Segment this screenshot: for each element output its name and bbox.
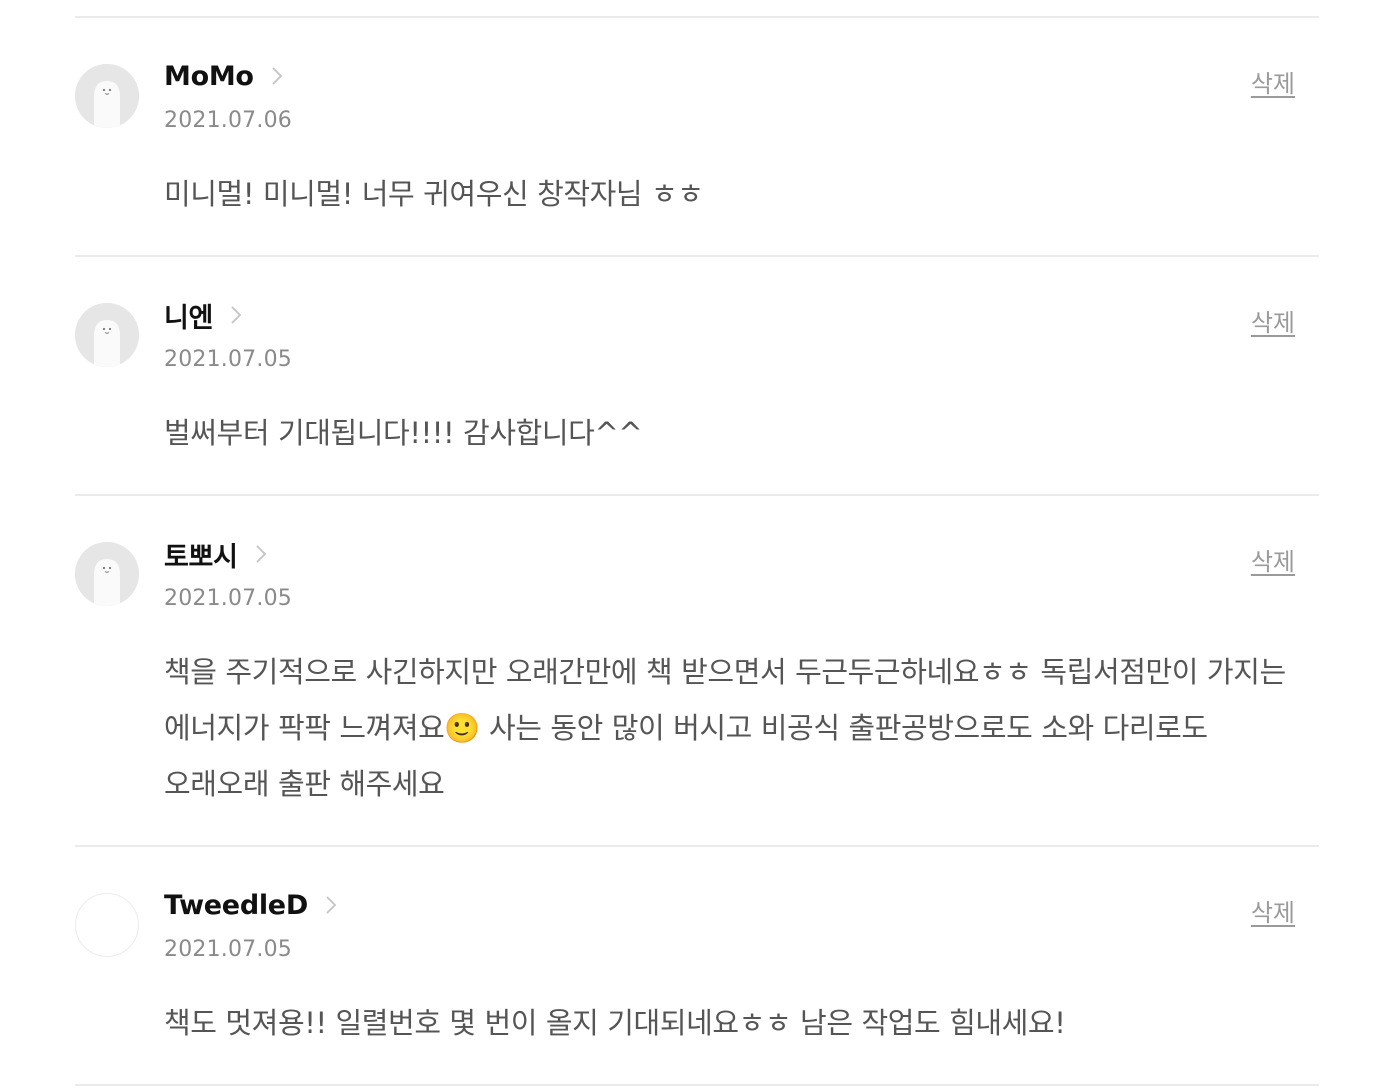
comment-item: MoMo 2021.07.06 삭제 미니멀! 미니멀! 너무 귀여우신 창작자… [75, 18, 1319, 257]
author-name: TweedleD [164, 889, 308, 921]
comment-item: 토뽀시 2021.07.05 삭제 책을 주기적으로 사긴하지만 오래간만에 책… [75, 496, 1319, 847]
author-link[interactable]: 토뽀시 [164, 536, 268, 573]
chevron-right-icon [255, 545, 266, 563]
avatar[interactable] [75, 303, 139, 367]
ghost-avatar-icon [75, 542, 139, 606]
ghost-avatar-icon [75, 303, 139, 367]
author-name: 니엔 [164, 302, 214, 334]
delete-button[interactable]: 삭제 [1251, 893, 1295, 928]
comment-date: 2021.07.05 [164, 347, 292, 372]
author-name: MoMo [164, 60, 254, 92]
author-name: 토뽀시 [164, 541, 238, 573]
comment-text: 벌써부터 기대됩니다!!!! 감사합니다^^ [164, 416, 643, 450]
delete-button[interactable]: 삭제 [1251, 303, 1295, 338]
delete-button[interactable]: 삭제 [1251, 64, 1295, 99]
comment-text: 책을 주기적으로 사긴하지만 오래간만에 책 받으면서 두근두근하네요ㅎㅎ 독립… [164, 655, 1286, 801]
comment-text: 책도 멋져용!! 일렬번호 몇 번이 올지 기대되네요ㅎㅎ 남은 작업도 힘내세… [164, 1006, 1066, 1040]
delete-button[interactable]: 삭제 [1251, 542, 1295, 577]
author-link[interactable]: 니엔 [164, 297, 243, 334]
author-link[interactable]: TweedleD [164, 887, 338, 923]
comment-date: 2021.07.05 [164, 937, 292, 962]
avatar[interactable] [75, 893, 139, 957]
comment-date: 2021.07.06 [164, 108, 292, 133]
avatar[interactable] [75, 542, 139, 606]
author-link[interactable]: MoMo [164, 58, 284, 94]
ghost-avatar-icon [75, 64, 139, 128]
comment-item: TweedleD 2021.07.05 삭제 책도 멋져용!! 일렬번호 몇 번… [75, 847, 1319, 1086]
chevron-right-icon [231, 306, 242, 324]
comment-list: MoMo 2021.07.06 삭제 미니멀! 미니멀! 너무 귀여우신 창작자… [75, 16, 1319, 1086]
chevron-right-icon [326, 896, 337, 914]
comment-item: 니엔 2021.07.05 삭제 벌써부터 기대됩니다!!!! 감사합니다^^ [75, 257, 1319, 496]
chevron-right-icon [272, 67, 282, 85]
avatar[interactable] [75, 64, 139, 128]
comment-text: 미니멀! 미니멀! 너무 귀여우신 창작자님 ㅎㅎ [164, 177, 704, 211]
comment-date: 2021.07.05 [164, 586, 292, 611]
